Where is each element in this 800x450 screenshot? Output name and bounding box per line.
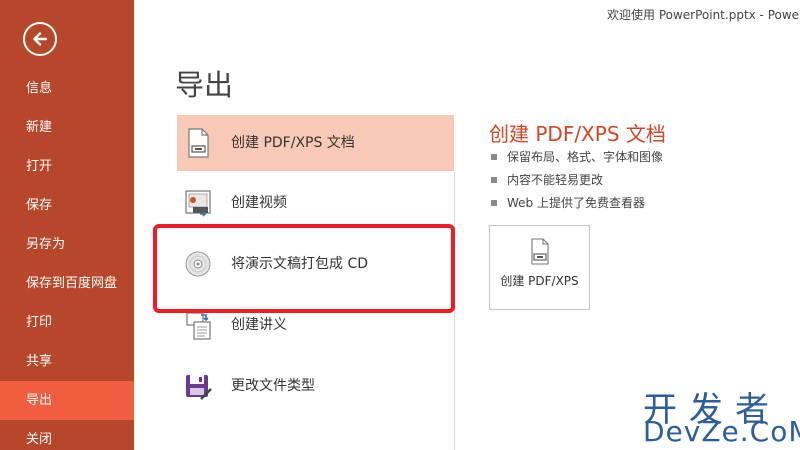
bullet-icon xyxy=(491,199,497,206)
page-title: 导出 xyxy=(175,68,234,102)
sidebar-item-share[interactable]: 共享 xyxy=(0,342,134,381)
option-label: 创建视频 xyxy=(231,195,287,211)
file-type-icon xyxy=(186,375,212,400)
cd-disc-icon xyxy=(185,251,211,277)
bullet-icon xyxy=(491,153,497,160)
backstage-sidebar: 信息 新建 打开 保存 另存为 保存到百度网盘 打印 共享 导出 关闭 xyxy=(0,0,134,450)
option-create-video[interactable]: 创建视频 xyxy=(177,175,454,231)
sidebar-item-close[interactable]: 关闭 xyxy=(0,420,134,450)
option-label: 将演示文稿打包成 CD xyxy=(231,256,369,272)
panel-divider xyxy=(454,172,455,450)
watermark-en: DevZe.CoM xyxy=(643,415,800,448)
sidebar-item-info[interactable]: 信息 xyxy=(0,69,134,108)
list-item: Web 上提供了免费查看器 xyxy=(491,192,663,215)
pdf-document-icon xyxy=(188,128,209,158)
option-change-file-type[interactable]: 更改文件类型 xyxy=(177,358,454,414)
video-icon xyxy=(185,190,211,217)
create-pdf-xps-button[interactable]: 创建 PDF/XPS xyxy=(489,225,590,310)
window-title: 欢迎使用 PowerPoint.pptx - Power xyxy=(607,8,800,22)
sidebar-nav: 信息 新建 打开 保存 另存为 保存到百度网盘 打印 共享 导出 关闭 xyxy=(0,69,134,450)
back-button[interactable] xyxy=(23,22,57,56)
sidebar-item-save-baidu[interactable]: 保存到百度网盘 xyxy=(0,264,134,303)
pdf-document-icon xyxy=(531,238,549,265)
option-label: 更改文件类型 xyxy=(231,378,315,394)
bullet-icon xyxy=(491,176,497,183)
detail-bullets: 保留布局、格式、字体和图像 内容不能轻易更改 Web 上提供了免费查看器 xyxy=(491,146,663,215)
sidebar-item-save-as[interactable]: 另存为 xyxy=(0,225,134,264)
option-package-cd[interactable]: 将演示文稿打包成 CD xyxy=(177,236,454,292)
sidebar-item-open[interactable]: 打开 xyxy=(0,147,134,186)
handout-icon xyxy=(186,312,211,340)
detail-title: 创建 PDF/XPS 文档 xyxy=(489,122,666,146)
option-create-pdf-xps[interactable]: 创建 PDF/XPS 文档 xyxy=(177,115,454,171)
sidebar-item-export[interactable]: 导出 xyxy=(0,381,134,420)
option-label: 创建 PDF/XPS 文档 xyxy=(231,135,355,151)
sidebar-item-save[interactable]: 保存 xyxy=(0,186,134,225)
sidebar-item-new[interactable]: 新建 xyxy=(0,108,134,147)
list-item: 内容不能轻易更改 xyxy=(491,169,663,192)
option-create-handout[interactable]: 创建讲义 xyxy=(177,297,454,353)
create-button-label: 创建 PDF/XPS xyxy=(500,274,579,288)
list-item: 保留布局、格式、字体和图像 xyxy=(491,146,663,169)
back-arrow-icon xyxy=(33,32,48,46)
sidebar-item-print[interactable]: 打印 xyxy=(0,303,134,342)
option-label: 创建讲义 xyxy=(231,317,287,333)
